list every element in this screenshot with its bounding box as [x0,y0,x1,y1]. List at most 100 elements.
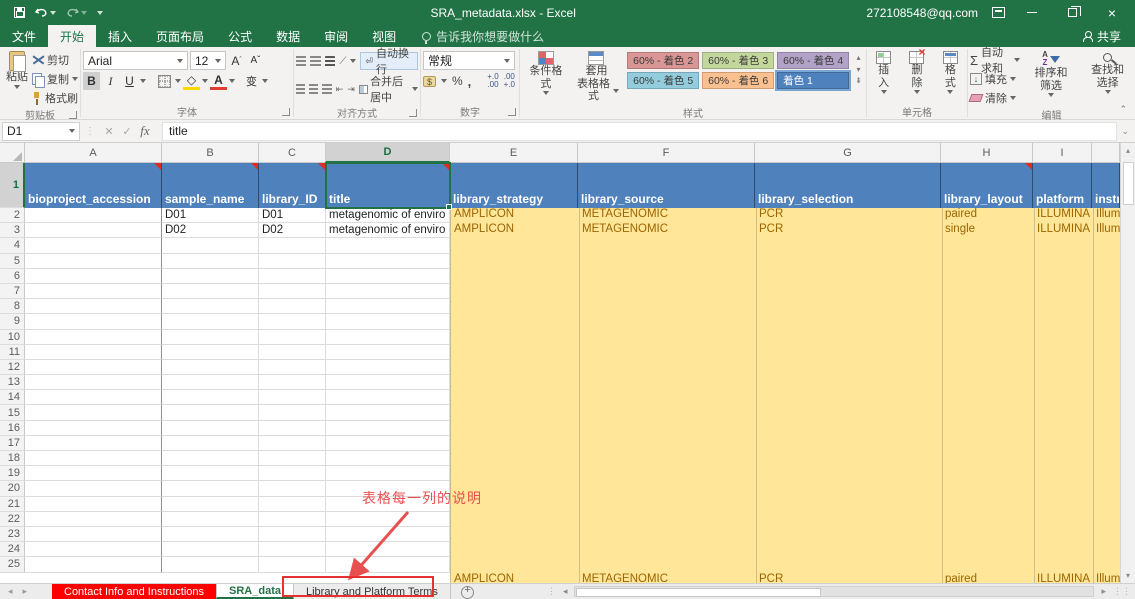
cell[interactable] [25,497,162,512]
cell[interactable] [25,314,162,329]
cell[interactable] [326,254,450,269]
cell[interactable] [326,436,450,451]
minimize-button[interactable] [1019,3,1045,22]
cell[interactable] [162,466,259,481]
cell[interactable] [259,375,326,390]
cut-button[interactable]: 剪切 [32,51,78,69]
increase-indent-icon[interactable]: ⇥ [347,84,355,95]
cell[interactable]: D02 [259,223,326,238]
tab-file[interactable]: 文件 [0,25,48,47]
row-number[interactable]: 9 [0,314,25,329]
row-number[interactable]: 8 [0,299,25,314]
cell[interactable] [25,345,162,360]
percent-style-button[interactable]: % [452,74,463,88]
cell[interactable] [259,269,326,284]
underline-button[interactable]: U [121,72,138,90]
paste-button[interactable]: 粘贴 [2,49,32,91]
cell-style-chip[interactable]: 60% - 着色 5 [627,72,699,89]
gallery-more-icon[interactable]: ⇟ [855,76,862,85]
account-email[interactable]: 272108548@qq.com [866,6,978,20]
save-button[interactable] [14,7,25,18]
cell[interactable] [162,542,259,557]
cell[interactable]: metagenomic of enviro [326,223,450,238]
cell[interactable] [25,238,162,253]
number-dialog-launcher[interactable] [508,108,516,116]
cell[interactable] [259,299,326,314]
cell[interactable] [162,451,259,466]
cell[interactable] [326,330,450,345]
header-cell-title[interactable]: title [326,163,450,208]
cell[interactable] [259,345,326,360]
autosum-button[interactable]: Σ自动求和 [970,51,1020,69]
collapse-ribbon-icon[interactable]: ⌃ [1119,104,1127,115]
cell[interactable] [25,542,162,557]
cell[interactable] [25,512,162,527]
cell[interactable] [259,557,326,572]
hscroll-left-icon[interactable]: ◂ [560,586,571,597]
column-header-d[interactable]: D [326,143,450,163]
column-header-i[interactable]: I [1033,143,1092,163]
cell[interactable] [25,466,162,481]
phonetic-button[interactable]: 变 [243,72,260,90]
cell[interactable] [326,421,450,436]
sort-filter-button[interactable]: AZ 排序和筛选 [1026,49,1077,99]
cell[interactable]: PCR [756,223,942,238]
undo-button[interactable] [35,7,56,18]
header-cell-library_ID[interactable]: library_ID [259,163,326,208]
cell[interactable] [25,223,162,238]
tab-review[interactable]: 审阅 [312,25,360,47]
sheet-tab-contact-info[interactable]: Contact Info and Instructions [52,584,216,599]
cell[interactable] [326,466,450,481]
hscroll-right-icon[interactable]: ▸ [1098,586,1109,597]
new-sheet-button[interactable] [461,586,474,599]
cell[interactable]: METAGENOMIC [579,208,756,223]
resize-grip-icon[interactable]: ⋮⋮ [1113,586,1131,597]
fill-button[interactable]: ↓填充 [970,70,1020,88]
cell[interactable]: AMPLICON [451,208,579,223]
cell[interactable] [259,512,326,527]
column-header-a[interactable]: A [25,143,162,163]
gallery-up-icon[interactable]: ▴ [857,53,861,62]
header-cell-platform[interactable]: platform [1033,163,1092,208]
conditional-formatting-button[interactable]: 条件格式 [522,49,570,97]
decrease-indent-icon[interactable]: ⇤ [336,84,344,95]
cell[interactable]: D01 [259,208,326,223]
align-middle-icon[interactable] [310,56,320,67]
header-cell-library_strategy[interactable]: library_strategy [450,163,578,208]
column-header-h[interactable]: H [941,143,1033,163]
cell[interactable] [25,208,162,223]
header-cell-sample_name[interactable]: sample_name [162,163,259,208]
cell[interactable] [162,557,259,572]
row-number[interactable]: 24 [0,542,25,557]
borders-button[interactable] [156,72,173,90]
cell[interactable] [259,451,326,466]
copy-button[interactable]: 复制 [32,70,78,88]
insert-cells-button[interactable]: 插入 [869,49,898,96]
cell[interactable] [25,299,162,314]
cell[interactable] [25,360,162,375]
cell-style-chip[interactable]: 60% - 着色 4 [777,52,849,69]
sheet-nav-right-icon[interactable]: ▸ [23,586,28,597]
cell[interactable] [25,451,162,466]
tab-insert[interactable]: 插入 [96,25,144,47]
cell[interactable] [162,375,259,390]
underline-dropdown-icon[interactable] [140,79,146,83]
cell[interactable] [162,254,259,269]
scroll-down-icon[interactable]: ▾ [1121,568,1135,583]
horizontal-scroll-thumb[interactable] [576,588,821,597]
row-number[interactable]: 11 [0,345,25,360]
cell[interactable] [162,360,259,375]
italic-button[interactable]: I [102,72,119,90]
shrink-font-button[interactable]: Aˇ [247,52,264,70]
restore-button[interactable] [1059,3,1085,22]
cell[interactable] [326,375,450,390]
cell[interactable] [259,497,326,512]
cell[interactable] [162,330,259,345]
font-family-select[interactable]: Arial [83,51,188,70]
borders-dropdown-icon[interactable] [175,79,181,83]
fill-color-dropdown-icon[interactable] [202,79,208,83]
format-cells-button[interactable]: 格式 [936,49,965,96]
row-number[interactable]: 23 [0,527,25,542]
header-cell-library_selection[interactable]: library_selection [755,163,941,208]
cell[interactable] [326,360,450,375]
